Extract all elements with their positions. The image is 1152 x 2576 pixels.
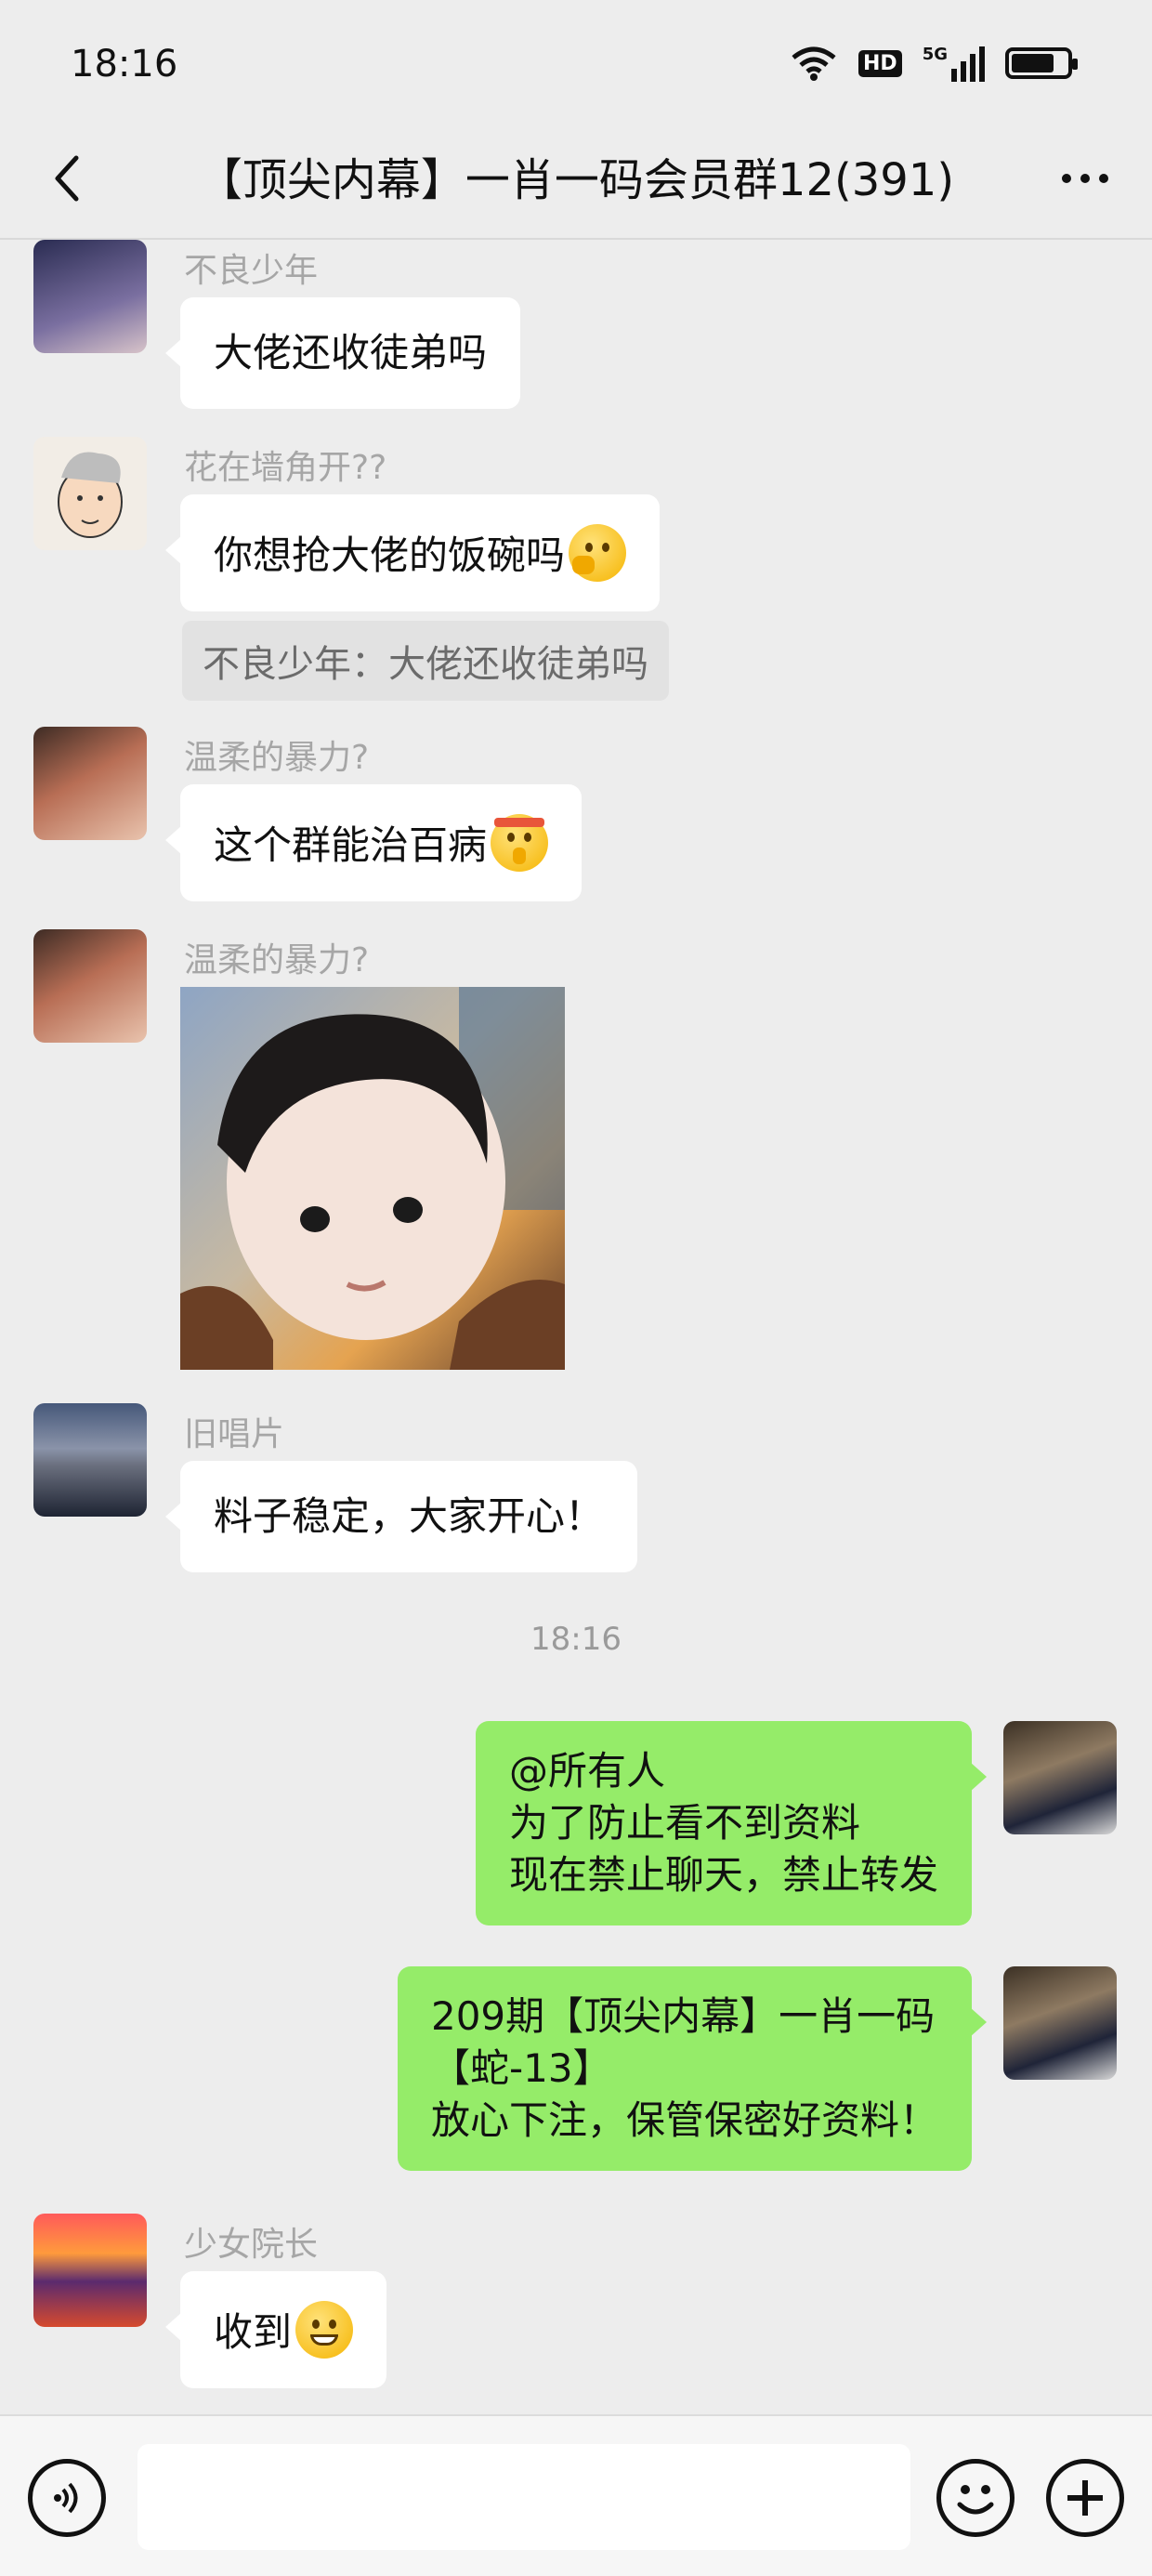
sender-name: 花在墙角开?? — [184, 449, 387, 487]
message-bubble[interactable]: 大佬还收徒弟吗 — [164, 297, 521, 409]
message-line: 【蛇-13】 — [430, 2045, 612, 2091]
wifi-icon — [792, 46, 836, 81]
more-dots-icon — [1062, 174, 1071, 183]
thinking-face-emoji — [569, 524, 627, 582]
message-line: 放心下注，保管保密好资料！ — [430, 2097, 938, 2143]
hd-icon: HD — [858, 49, 902, 77]
chat-timestamp: 18:16 — [530, 1621, 622, 1658]
avatar[interactable] — [1003, 1721, 1117, 1834]
status-time: 18:16 — [71, 43, 178, 85]
message-bubble[interactable]: 这个群能治百病 — [164, 784, 583, 901]
message-text: 收到 — [214, 2309, 293, 2355]
5g-signal-icon: 5G — [923, 45, 985, 82]
sender-name: 温柔的暴力? — [184, 941, 370, 979]
shushing-face-emoji — [491, 814, 549, 872]
child-photo[interactable] — [180, 987, 565, 1370]
battery-icon — [1005, 47, 1078, 79]
sender-name: 温柔的暴力? — [184, 739, 370, 777]
message-line: 为了防止看不到资料 — [508, 1800, 860, 1846]
emoji-button[interactable] — [936, 2459, 1015, 2537]
message-bubble[interactable]: 209期【顶尖内幕】一肖一码 【蛇-13】 放心下注，保管保密好资料！ — [397, 1966, 988, 2171]
avatar[interactable] — [33, 929, 147, 1043]
message-text: 你想抢大佬的饭碗吗 — [214, 532, 566, 578]
chat-title: 【顶尖内幕】一肖一码会员群12(391) — [197, 154, 955, 206]
chat-header: 【顶尖内幕】一肖一码会员群12(391) — [0, 121, 1152, 240]
avatar[interactable] — [33, 437, 147, 550]
status-bar: 18:16 HD 5G — [0, 0, 1152, 139]
message-line: 现在禁止聊天，禁止转发 — [508, 1852, 938, 1898]
message-bubble[interactable]: 收到 — [164, 2271, 387, 2388]
avatar[interactable] — [33, 2214, 147, 2327]
avatar[interactable] — [33, 240, 147, 353]
status-icons: HD 5G — [790, 45, 1078, 82]
chat-list[interactable]: 不良少年 大佬还收徒弟吗 花在墙角开?? 你想抢大佬的饭碗吗 不良少年：大佬还收… — [0, 240, 1152, 2414]
avatar[interactable] — [33, 1403, 147, 1517]
message-bubble[interactable]: 料子稳定，大家开心！ — [164, 1461, 638, 1572]
sender-name: 少女院长 — [184, 2226, 319, 2264]
cartoon-avatar-icon — [58, 452, 123, 538]
message-line: 209期【顶尖内幕】一肖一码 — [430, 1993, 936, 2039]
grinning-face-emoji — [295, 2301, 354, 2359]
plus-button[interactable] — [1046, 2459, 1124, 2537]
voice-icon — [54, 2482, 78, 2514]
sender-name: 不良少年 — [184, 252, 319, 290]
input-bar — [0, 2414, 1152, 2576]
photo-content — [180, 987, 565, 1370]
more-button[interactable] — [1052, 149, 1119, 208]
message-bubble[interactable]: 你想抢大佬的饭碗吗 — [164, 494, 661, 611]
message-line: @所有人 — [508, 1748, 665, 1794]
emoji-icon — [957, 2485, 994, 2515]
avatar[interactable] — [33, 727, 147, 840]
message-text: 这个群能治百病 — [214, 822, 488, 868]
quoted-message[interactable]: 不良少年：大佬还收徒弟吗 — [182, 621, 669, 701]
message-input[interactable] — [137, 2444, 910, 2550]
sender-name: 旧唱片 — [184, 1415, 285, 1453]
message-bubble[interactable]: @所有人 为了防止看不到资料 现在禁止聊天，禁止转发 — [475, 1721, 988, 1925]
voice-button[interactable] — [28, 2459, 106, 2537]
avatar[interactable] — [1003, 1966, 1117, 2080]
